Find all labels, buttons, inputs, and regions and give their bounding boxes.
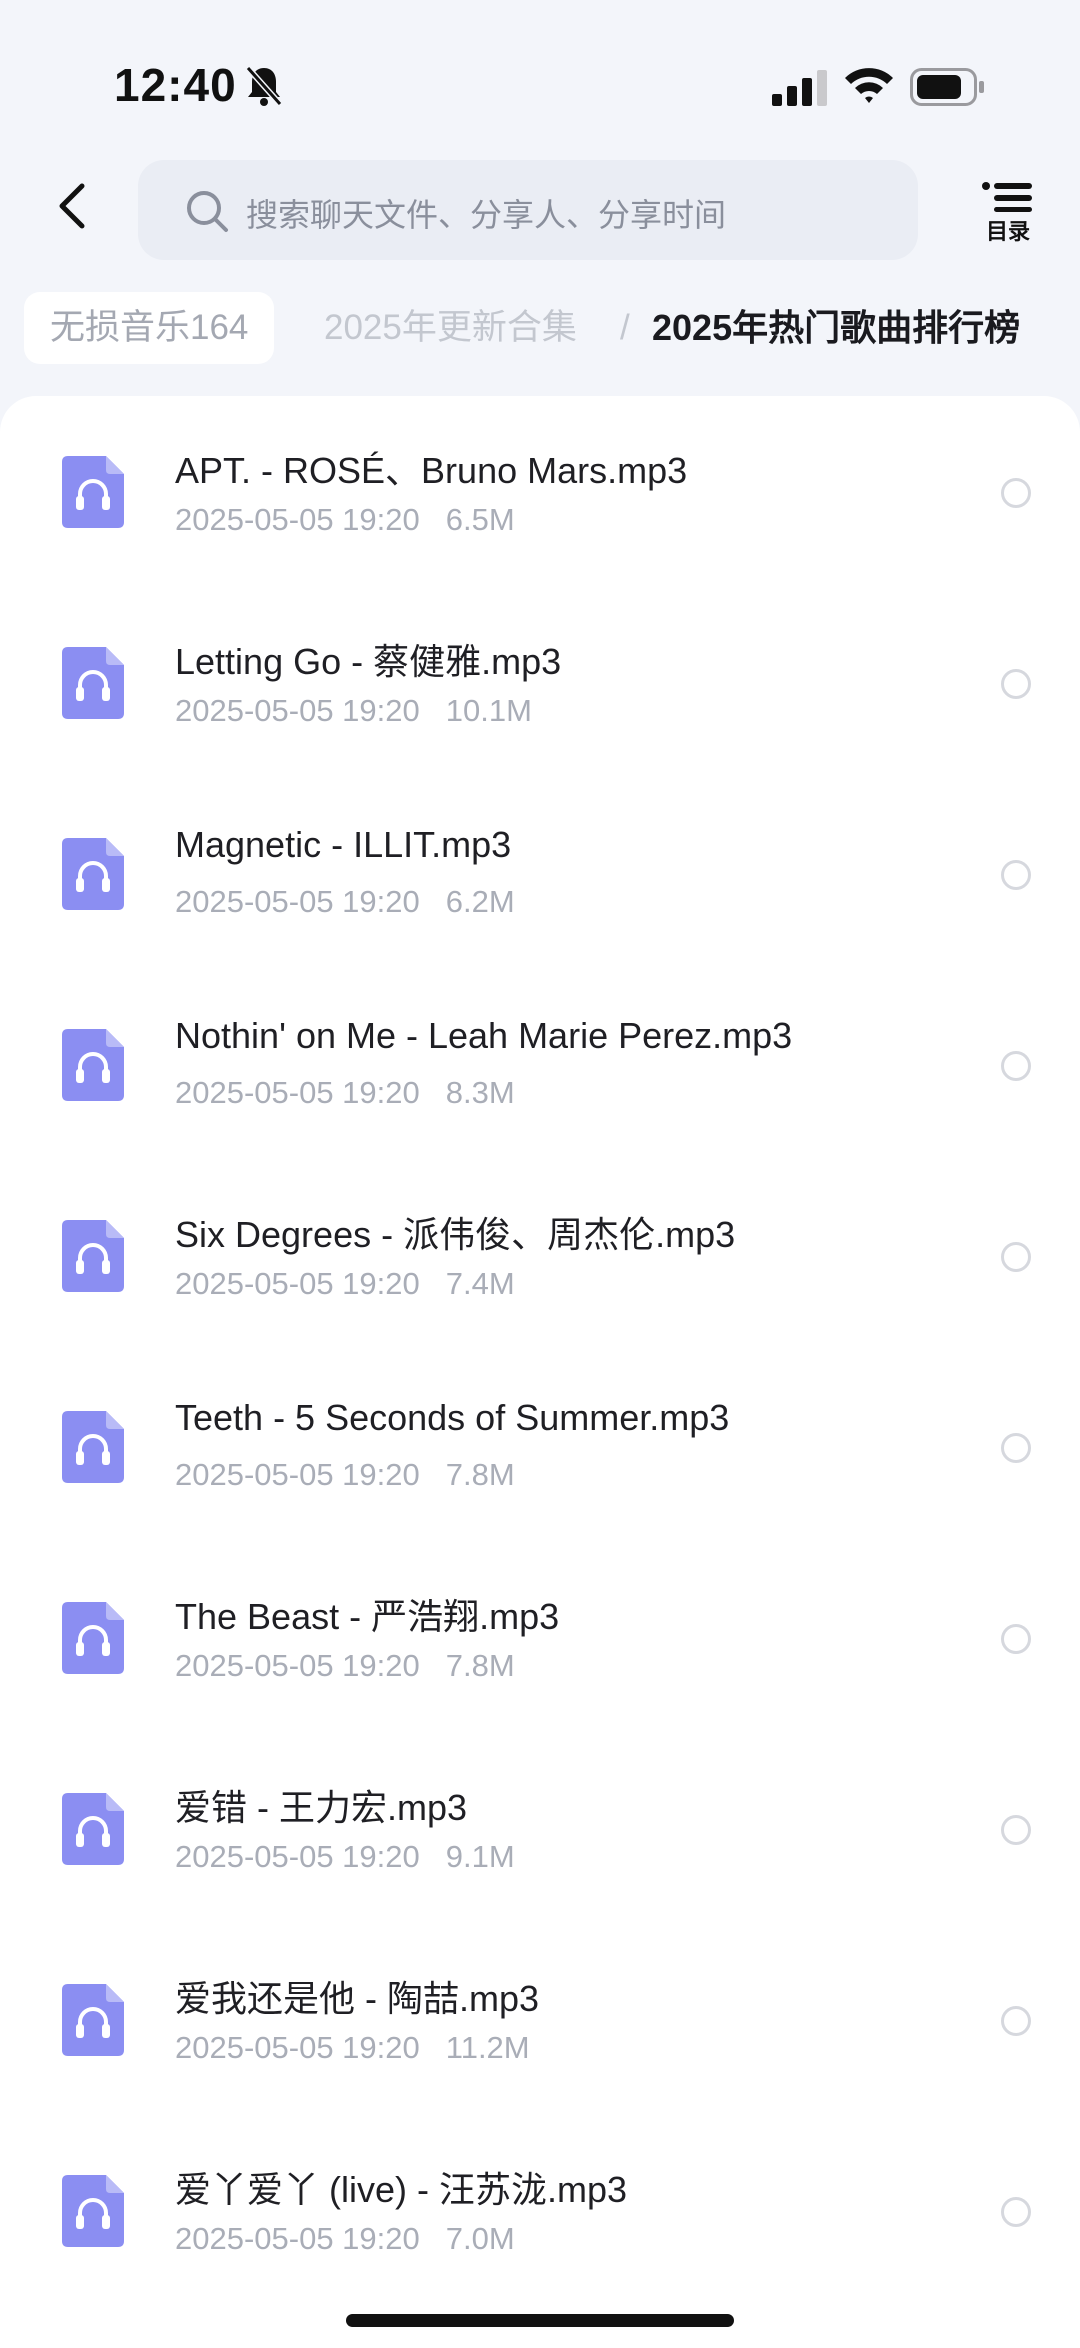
file-row[interactable]: Teeth - 5 Seconds of Summer.mp3 2025-05-…	[0, 1351, 1080, 1542]
status-time: 12:40	[114, 59, 237, 111]
file-size: 7.4M	[445, 1266, 515, 1301]
audio-file-icon	[62, 1793, 124, 1865]
select-radio[interactable]	[1001, 2006, 1031, 2036]
file-name: 爱丫爱丫 (live) - 汪苏泷.mp3	[175, 2169, 628, 2210]
file-date: 2025-05-05 19:20	[175, 2221, 420, 2256]
audio-file-icon	[62, 1029, 124, 1101]
file-meta: 2025-05-05 19:20 7.0M	[175, 2221, 515, 2257]
list-icon	[982, 182, 1032, 212]
file-name: Teeth - 5 Seconds of Summer.mp3	[175, 1397, 730, 1438]
toc-button[interactable]: 目录	[980, 182, 1036, 244]
file-meta: 2025-05-05 19:20 10.1M	[175, 693, 532, 729]
file-row[interactable]: Magnetic - ILLIT.mp3 2025-05-05 19:20 6.2…	[0, 778, 1080, 969]
file-row[interactable]: The Beast - 严浩翔.mp3 2025-05-05 19:20 7.8M	[0, 1542, 1080, 1733]
file-row[interactable]: 爱错 - 王力宏.mp3 2025-05-05 19:20 9.1M	[0, 1733, 1080, 1924]
breadcrumb-item-current: 2025年热门歌曲排行榜	[652, 307, 1021, 348]
signal-icon	[772, 70, 827, 106]
file-name: Magnetic - ILLIT.mp3	[175, 824, 512, 865]
wifi-icon	[845, 68, 893, 103]
audio-file-icon	[62, 1220, 124, 1292]
file-name: APT. - ROSÉ、Bruno Mars.mp3	[175, 450, 688, 491]
file-date: 2025-05-05 19:20	[175, 1457, 420, 1492]
file-size: 11.2M	[445, 2030, 530, 2065]
search-icon	[187, 191, 228, 232]
search-placeholder: 搜索聊天文件、分享人、分享时间	[246, 196, 727, 234]
select-radio[interactable]	[1001, 1624, 1031, 1654]
search-input[interactable]: 搜索聊天文件、分享人、分享时间	[138, 160, 918, 260]
file-name: 爱我还是他 - 陶喆.mp3	[175, 1978, 540, 2019]
back-button[interactable]	[52, 176, 96, 236]
select-radio[interactable]	[1001, 860, 1031, 890]
select-radio[interactable]	[1001, 2197, 1031, 2227]
file-list: APT. - ROSÉ、Bruno Mars.mp3 2025-05-05 19…	[0, 396, 1080, 2348]
status-bar: 12:40	[0, 0, 1080, 150]
file-size: 7.8M	[445, 1648, 515, 1683]
file-meta: 2025-05-05 19:20 8.3M	[175, 1075, 515, 1111]
file-row[interactable]: 爱丫爱丫 (live) - 汪苏泷.mp3 2025-05-05 19:20 7.…	[0, 2115, 1080, 2306]
toc-label: 目录	[985, 219, 1030, 244]
audio-file-icon	[62, 1984, 124, 2056]
breadcrumb-item-root[interactable]: 无损音乐164	[24, 292, 275, 364]
file-date: 2025-05-05 19:20	[175, 1075, 420, 1110]
select-radio[interactable]	[1001, 1242, 1031, 1272]
file-size: 7.8M	[445, 1457, 515, 1492]
file-name: Nothin' on Me - Leah Marie Perez.mp3	[175, 1015, 793, 1056]
file-name: The Beast - 严浩翔.mp3	[175, 1596, 560, 1637]
file-row[interactable]: Nothin' on Me - Leah Marie Perez.mp3 202…	[0, 969, 1080, 1160]
file-date: 2025-05-05 19:20	[175, 1839, 420, 1874]
file-name: Letting Go - 蔡健雅.mp3	[175, 641, 562, 682]
file-meta: 2025-05-05 19:20 7.8M	[175, 1648, 515, 1684]
bell-muted-icon	[245, 66, 283, 106]
file-size: 8.3M	[445, 1075, 515, 1110]
select-radio[interactable]	[1001, 1815, 1031, 1845]
file-date: 2025-05-05 19:20	[175, 2030, 420, 2065]
file-meta: 2025-05-05 19:20 11.2M	[175, 2030, 530, 2066]
file-row[interactable]: Six Degrees - 派伟俊、周杰伦.mp3 2025-05-05 19:…	[0, 1160, 1080, 1351]
battery-icon	[910, 68, 984, 106]
audio-file-icon	[62, 1411, 124, 1483]
file-date: 2025-05-05 19:20	[175, 884, 420, 919]
file-date: 2025-05-05 19:20	[175, 1266, 420, 1301]
file-meta: 2025-05-05 19:20 6.2M	[175, 884, 515, 920]
select-radio[interactable]	[1001, 1051, 1031, 1081]
select-radio[interactable]	[1001, 669, 1031, 699]
select-radio[interactable]	[1001, 478, 1031, 508]
file-meta: 2025-05-05 19:20 6.5M	[175, 502, 515, 538]
audio-file-icon	[62, 2175, 124, 2247]
audio-file-icon	[62, 647, 124, 719]
file-name: Six Degrees - 派伟俊、周杰伦.mp3	[175, 1214, 736, 1255]
file-date: 2025-05-05 19:20	[175, 502, 420, 537]
select-radio[interactable]	[1001, 1433, 1031, 1463]
file-date: 2025-05-05 19:20	[175, 693, 420, 728]
file-meta: 2025-05-05 19:20 9.1M	[175, 1839, 515, 1875]
file-row[interactable]: APT. - ROSÉ、Bruno Mars.mp3 2025-05-05 19…	[0, 396, 1080, 587]
file-size: 10.1M	[445, 693, 532, 728]
audio-file-icon	[62, 838, 124, 910]
file-name: 爱错 - 王力宏.mp3	[175, 1787, 468, 1828]
audio-file-icon	[62, 456, 124, 528]
file-date: 2025-05-05 19:20	[175, 1648, 420, 1683]
file-size: 6.2M	[445, 884, 515, 919]
breadcrumb-item-collection[interactable]: 2025年更新合集	[324, 292, 577, 364]
home-indicator[interactable]	[346, 2314, 734, 2327]
file-meta: 2025-05-05 19:20 7.4M	[175, 1266, 515, 1302]
file-row[interactable]: 爱我还是他 - 陶喆.mp3 2025-05-05 19:20 11.2M	[0, 1924, 1080, 2115]
file-size: 9.1M	[445, 1839, 515, 1874]
file-row[interactable]: Letting Go - 蔡健雅.mp3 2025-05-05 19:20 10.…	[0, 587, 1080, 778]
file-size: 7.0M	[445, 2221, 515, 2256]
audio-file-icon	[62, 1602, 124, 1674]
breadcrumb-separator: /	[620, 308, 630, 347]
file-size: 6.5M	[445, 502, 515, 537]
file-meta: 2025-05-05 19:20 7.8M	[175, 1457, 515, 1493]
